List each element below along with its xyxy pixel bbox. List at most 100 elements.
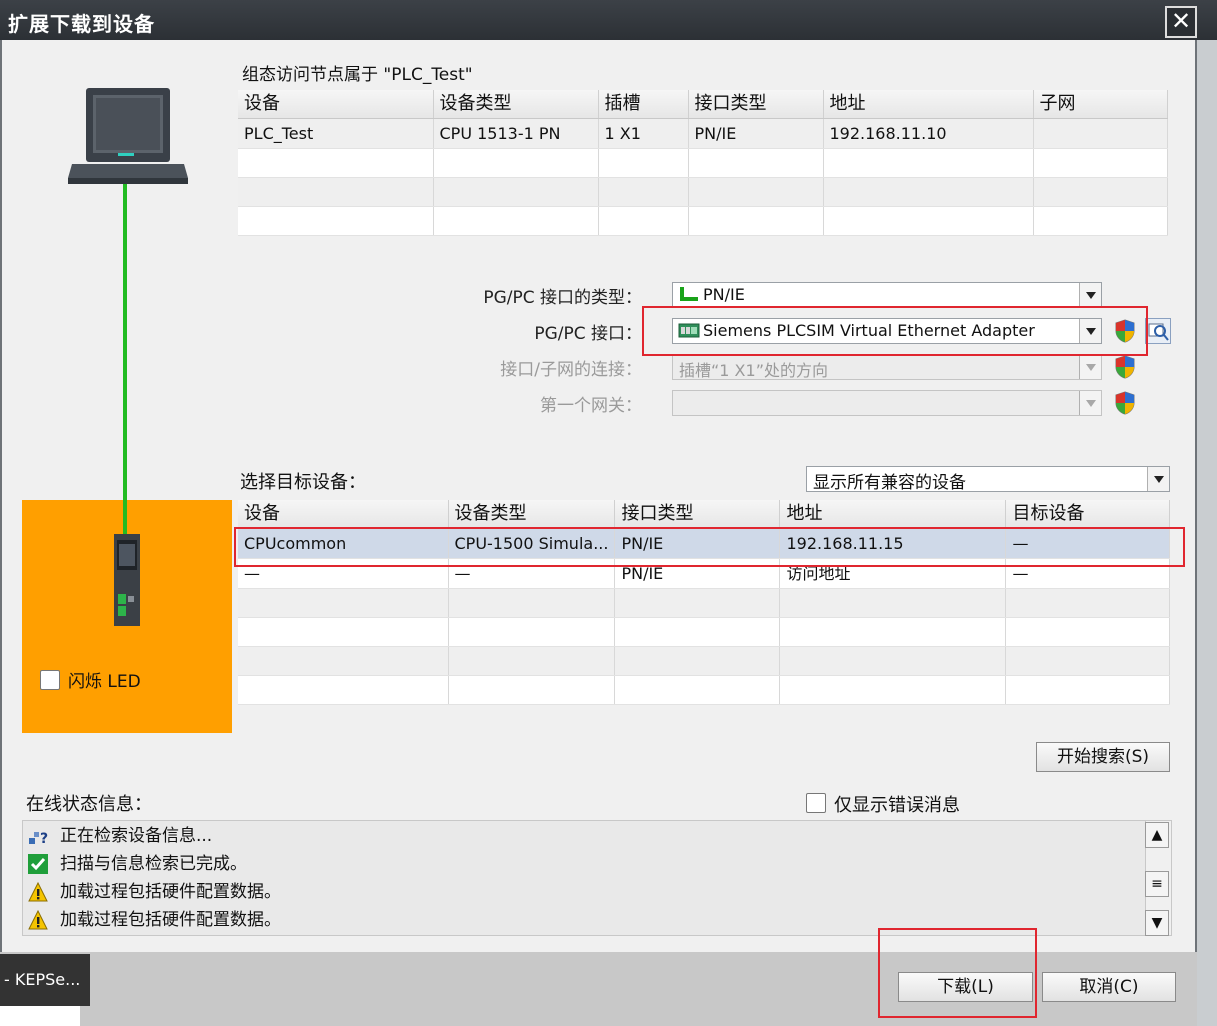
table-row[interactable] (238, 206, 1168, 236)
config-access-table: 设备 设备类型 插槽 接口类型 地址 子网 PLC_Test CPU 1513-… (238, 90, 1168, 236)
cell (614, 588, 781, 618)
status-text: 加载过程包括硬件配置数据。 (60, 882, 281, 902)
plc-module-icon (114, 534, 140, 626)
cell: PLC_Test (238, 118, 434, 149)
subnet-connection-label: 接口/子网的连接： (500, 360, 642, 380)
device-filter-select[interactable]: 显示所有兼容的设备 (806, 466, 1170, 493)
subnet-connection-value: 插槽“1 X1”处的方向 (679, 361, 828, 380)
cell (823, 148, 1034, 178)
taskbar-preview (0, 1006, 80, 1026)
cell (598, 177, 689, 207)
warning-icon (28, 910, 48, 930)
cell (1005, 646, 1170, 676)
cell (433, 206, 599, 236)
chevron-down-icon (1086, 364, 1096, 371)
cell (448, 646, 616, 676)
column-header[interactable]: 设备类型 (448, 500, 616, 529)
first-gateway-select[interactable] (672, 390, 1102, 416)
cell (779, 588, 1007, 618)
cell: 1 X1 (598, 118, 689, 149)
subnet-connection-select[interactable]: 插槽“1 X1”处的方向 (672, 354, 1102, 380)
network-type-icon (680, 287, 698, 301)
cell (238, 646, 449, 676)
cell (598, 148, 689, 178)
chevron-down-icon: ▼ (1151, 915, 1163, 931)
shield-icon[interactable] (1114, 391, 1136, 415)
dropdown-arrow[interactable] (1147, 467, 1169, 491)
table-row[interactable] (238, 177, 1168, 207)
column-header[interactable]: 设备 (238, 500, 449, 529)
dropdown-arrow[interactable] (1079, 283, 1101, 307)
status-text: 扫描与信息检索已完成。 (60, 854, 247, 874)
highlight-target-row-box (234, 527, 1185, 567)
first-gateway-label: 第一个网关： (540, 396, 642, 416)
cell: 192.168.11.10 (823, 118, 1034, 149)
cell (238, 177, 434, 207)
close-button[interactable]: ✕ (1165, 6, 1197, 38)
column-header[interactable]: 插槽 (598, 90, 689, 119)
table-row[interactable] (238, 675, 1170, 705)
search-network-icon: ? (29, 831, 48, 846)
cell (1033, 177, 1168, 207)
table-row[interactable]: PLC_Test CPU 1513-1 PN 1 X1 PN/IE 192.16… (238, 118, 1168, 149)
column-header[interactable]: 地址 (823, 90, 1034, 119)
cell (238, 588, 449, 618)
cell (448, 588, 616, 618)
highlight-interface-box (642, 306, 1148, 356)
cell (614, 617, 781, 647)
column-header[interactable]: 子网 (1033, 90, 1168, 119)
cell (779, 675, 1007, 705)
properties-button[interactable] (1145, 318, 1171, 344)
cell (433, 148, 599, 178)
flash-led-checkbox[interactable] (40, 670, 60, 690)
cancel-button[interactable]: 取消(C) (1042, 972, 1176, 1002)
table-row[interactable] (238, 646, 1170, 676)
cell (688, 177, 824, 207)
shield-icon[interactable] (1114, 355, 1136, 379)
errors-only-checkbox[interactable] (806, 793, 826, 813)
chevron-up-icon: ▲ (1151, 827, 1163, 843)
cell (1033, 118, 1168, 149)
cell (238, 617, 449, 647)
close-icon: ✕ (1170, 7, 1192, 35)
cell (823, 177, 1034, 207)
column-header[interactable]: 目标设备 (1005, 500, 1170, 529)
status-item[interactable]: 加载过程包括硬件配置数据。 (24, 878, 1146, 906)
chevron-down-icon (1154, 476, 1164, 483)
dropdown-arrow[interactable] (1079, 355, 1101, 379)
dropdown-arrow[interactable] (1079, 391, 1101, 415)
column-header[interactable]: 地址 (779, 500, 1007, 529)
status-text: 加载过程包括硬件配置数据。 (60, 910, 281, 930)
status-text: 正在检索设备信息... (60, 826, 213, 846)
cell (779, 617, 1007, 647)
cell (779, 646, 1007, 676)
taskbar-item[interactable]: - KEPSe... (0, 954, 90, 1006)
table-header: 设备 设备类型 接口类型 地址 目标设备 (238, 500, 1170, 529)
scroll-thumb[interactable]: ≡ (1145, 871, 1169, 897)
table-row[interactable] (238, 617, 1170, 647)
grip-icon: ≡ (1151, 876, 1163, 892)
column-header[interactable]: 设备 (238, 90, 434, 119)
target-device-panel: 闪烁 LED (22, 500, 232, 733)
cell (1005, 617, 1170, 647)
chevron-down-icon (1086, 292, 1096, 299)
laptop-icon (68, 88, 188, 184)
pgpc-type-select[interactable]: PN/IE (672, 282, 1102, 308)
status-title: 在线状态信息： (26, 794, 152, 815)
table-row[interactable] (238, 148, 1168, 178)
pgpc-interface-label: PG/PC 接口： (534, 324, 642, 344)
column-header[interactable]: 接口类型 (614, 500, 781, 529)
cell (238, 148, 434, 178)
cell (823, 206, 1034, 236)
status-item[interactable]: ? 正在检索设备信息... (24, 822, 1146, 850)
highlight-download-box (878, 928, 1037, 1018)
status-item[interactable]: 扫描与信息检索已完成。 (24, 850, 1146, 878)
column-header[interactable]: 设备类型 (433, 90, 599, 119)
scroll-down-button[interactable]: ▼ (1145, 910, 1169, 936)
cell (598, 206, 689, 236)
scroll-up-button[interactable]: ▲ (1145, 822, 1169, 848)
cell: CPU 1513-1 PN (433, 118, 599, 149)
start-search-button[interactable]: 开始搜索(S) (1036, 742, 1170, 772)
column-header[interactable]: 接口类型 (688, 90, 824, 119)
table-row[interactable] (238, 588, 1170, 618)
